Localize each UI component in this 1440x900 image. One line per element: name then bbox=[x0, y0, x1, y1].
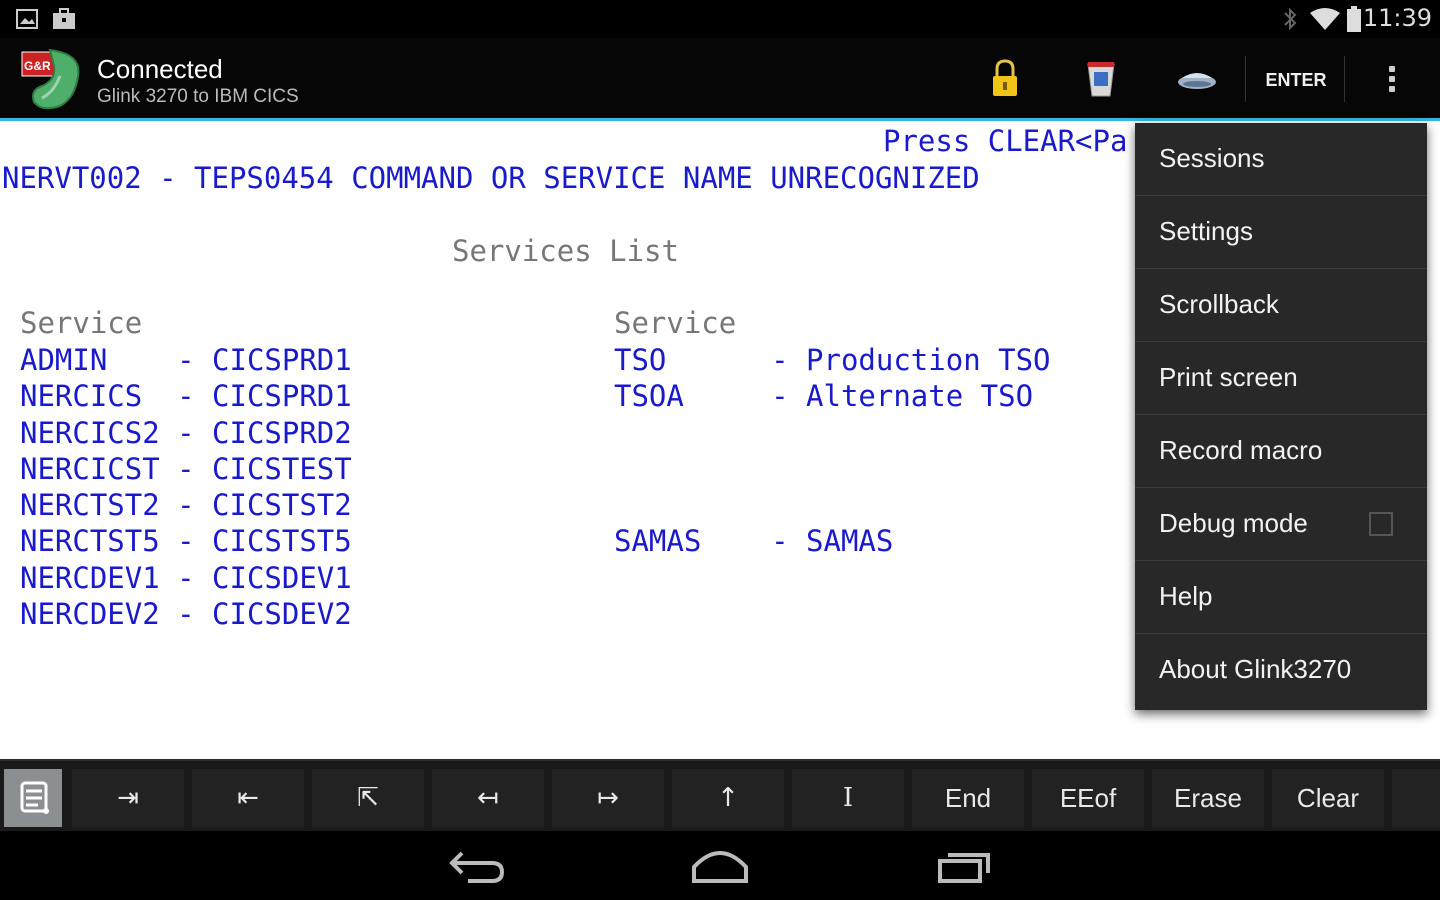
menu-item-label: Help bbox=[1159, 581, 1213, 611]
action-bar: G&R Connected Glink 3270 to IBM CICS ENT… bbox=[0, 38, 1440, 120]
service-row: ADMIN - CICSPRD1 bbox=[20, 343, 352, 377]
recent-apps-icon[interactable] bbox=[926, 843, 1006, 889]
menu-item-about[interactable]: About Glink3270 bbox=[1135, 634, 1427, 707]
keyboard-icon bbox=[20, 781, 49, 814]
erase-key[interactable]: Erase bbox=[1152, 769, 1264, 827]
service-row: TSOA - Alternate TSO bbox=[614, 379, 1034, 413]
briefcase-notification-icon bbox=[53, 8, 75, 29]
cursor-up-key[interactable]: ↑ bbox=[672, 769, 784, 827]
bluetooth-icon bbox=[1284, 7, 1297, 31]
menu-item-label: Sessions bbox=[1159, 143, 1265, 173]
error-message: NERVT002 - TEPS0454 COMMAND OR SERVICE N… bbox=[2, 161, 980, 195]
menu-item-sessions[interactable]: Sessions bbox=[1135, 123, 1427, 196]
svg-text:G&R: G&R bbox=[24, 59, 51, 73]
lock-icon[interactable] bbox=[980, 56, 1030, 102]
debug-mode-checkbox[interactable] bbox=[1369, 512, 1393, 536]
attention-key-icon[interactable] bbox=[1172, 56, 1222, 102]
battery-icon bbox=[1347, 6, 1361, 32]
services-list-heading: Services List bbox=[452, 234, 679, 268]
cursor-right-key[interactable]: ↦ bbox=[552, 769, 664, 827]
cursor-select-key[interactable]: I bbox=[792, 769, 904, 827]
menu-item-label: Debug mode bbox=[1159, 508, 1308, 538]
function-key-bar: ⇥ ⇤ ⇱ ↤ ↦ ↑ I End EEof Erase Clear bbox=[0, 759, 1440, 831]
erase-eof-key[interactable]: EEof bbox=[1032, 769, 1144, 827]
menu-item-debug-mode[interactable]: Debug mode bbox=[1135, 488, 1427, 561]
service-row: NERCICS2 - CICSPRD2 bbox=[20, 416, 352, 450]
back-icon[interactable] bbox=[438, 843, 518, 889]
menu-item-record-macro[interactable]: Record macro bbox=[1135, 415, 1427, 488]
action-divider bbox=[1344, 56, 1345, 102]
menu-item-label: Print screen bbox=[1159, 362, 1298, 392]
service-column-header: Service bbox=[20, 306, 143, 340]
menu-item-settings[interactable]: Settings bbox=[1135, 196, 1427, 269]
service-row: NERCTST2 - CICSTST2 bbox=[20, 488, 352, 522]
end-key[interactable]: End bbox=[912, 769, 1024, 827]
cursor-left-key[interactable]: ↤ bbox=[432, 769, 544, 827]
menu-item-label: Record macro bbox=[1159, 435, 1323, 465]
service-row: NERCDEV1 - CICSDEV1 bbox=[20, 561, 352, 595]
connection-status-title: Connected bbox=[97, 54, 223, 84]
wifi-icon bbox=[1310, 8, 1340, 30]
enter-button[interactable]: ENTER bbox=[1248, 58, 1344, 102]
clear-key[interactable]: Clear bbox=[1272, 769, 1384, 827]
service-row: NERCICST - CICSTEST bbox=[20, 452, 352, 486]
session-subtitle: Glink 3270 to IBM CICS bbox=[97, 86, 299, 107]
menu-item-label: Scrollback bbox=[1159, 289, 1279, 319]
clock: 11:39 bbox=[1362, 4, 1432, 32]
home-key[interactable]: ⇱ bbox=[312, 769, 424, 827]
menu-item-label: Settings bbox=[1159, 216, 1253, 246]
navigation-bar bbox=[0, 831, 1440, 900]
service-row: NERCICS - CICSPRD1 bbox=[20, 379, 352, 413]
service-row: TSO - Production TSO bbox=[614, 343, 1051, 377]
next-key-partial[interactable] bbox=[1392, 769, 1440, 827]
service-row: NERCTST5 - CICSTST5 bbox=[20, 524, 352, 558]
overflow-menu: Sessions Settings Scrollback Print scree… bbox=[1135, 123, 1427, 710]
tab-key[interactable]: ⇥ bbox=[72, 769, 184, 827]
menu-item-help[interactable]: Help bbox=[1135, 561, 1427, 634]
home-icon[interactable] bbox=[680, 843, 760, 889]
overflow-menu-icon[interactable] bbox=[1370, 56, 1414, 102]
press-clear-text: Press CLEAR<Pa bbox=[883, 124, 1128, 158]
service-row: SAMAS - SAMAS bbox=[614, 524, 894, 558]
menu-item-scrollback[interactable]: Scrollback bbox=[1135, 269, 1427, 342]
menu-item-label: About Glink3270 bbox=[1159, 654, 1352, 684]
action-divider bbox=[1245, 56, 1246, 102]
image-notification-icon bbox=[16, 9, 38, 29]
backtab-key[interactable]: ⇤ bbox=[192, 769, 304, 827]
keyboard-toggle-button[interactable] bbox=[4, 769, 62, 827]
clear-screen-icon[interactable] bbox=[1076, 56, 1126, 102]
service-row: NERCDEV2 - CICSDEV2 bbox=[20, 597, 352, 631]
status-bar: 11:39 bbox=[0, 0, 1440, 38]
menu-item-print-screen[interactable]: Print screen bbox=[1135, 342, 1427, 415]
app-logo-icon[interactable]: G&R bbox=[20, 46, 90, 112]
service-column-header: Service bbox=[614, 306, 737, 340]
